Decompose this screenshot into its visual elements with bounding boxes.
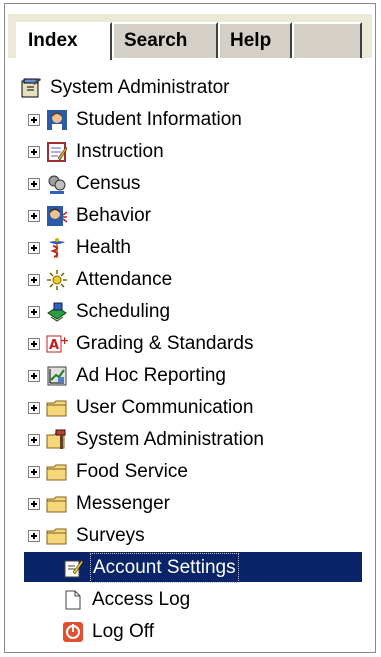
- expand-icon[interactable]: [28, 530, 40, 542]
- tree-item-label: Attendance: [76, 269, 173, 290]
- expand-icon[interactable]: [28, 466, 40, 478]
- grade-a-plus-icon: A +: [46, 333, 68, 355]
- tree-leaf-log-off[interactable]: Log Off: [62, 616, 156, 648]
- svg-text:+: +: [60, 334, 68, 347]
- tree-item-label: Health: [76, 237, 131, 258]
- tree-item-system-administration[interactable]: System Administration: [28, 424, 266, 456]
- power-icon: [62, 621, 84, 643]
- expand-icon[interactable]: [28, 338, 40, 350]
- tree-leaf-account-settings[interactable]: Account Settings: [62, 552, 239, 584]
- expand-icon[interactable]: [28, 306, 40, 318]
- tree-item-health[interactable]: Health: [28, 232, 133, 264]
- tree-item-messenger[interactable]: Messenger: [28, 488, 172, 520]
- expand-icon[interactable]: [28, 114, 40, 126]
- scheduling-icon: [46, 301, 68, 323]
- tree-root[interactable]: System Administrator: [20, 72, 232, 104]
- tree-item-label: Food Service: [76, 461, 188, 482]
- expand-icon[interactable]: [28, 402, 40, 414]
- folder-icon: [46, 461, 68, 483]
- tree-item-student-information[interactable]: Student Information: [28, 104, 244, 136]
- tree-item-label: Student Information: [76, 109, 242, 130]
- tree-item-attendance[interactable]: Attendance: [28, 264, 174, 296]
- tree-item-label: System Administration: [76, 429, 264, 450]
- tree-item-instruction[interactable]: Instruction: [28, 136, 166, 168]
- folder-icon: [46, 493, 68, 515]
- expand-icon[interactable]: [28, 274, 40, 286]
- tree-item-food-service[interactable]: Food Service: [28, 456, 190, 488]
- tab-help[interactable]: Help: [218, 22, 292, 58]
- expand-icon[interactable]: [28, 178, 40, 190]
- tree-root-label: System Administrator: [50, 77, 230, 98]
- svg-text:A: A: [49, 338, 59, 353]
- edit-document-icon: [62, 557, 84, 579]
- expand-icon[interactable]: [28, 498, 40, 510]
- expand-icon[interactable]: [28, 146, 40, 158]
- tree-item-label: Behavior: [76, 205, 151, 226]
- tree-leaf-label: Access Log: [92, 589, 191, 610]
- document-icon: [62, 589, 84, 611]
- tree-item-census[interactable]: Census: [28, 168, 142, 200]
- tree-leaf-label: Log Off: [92, 621, 154, 642]
- tab-search[interactable]: Search: [112, 22, 218, 58]
- tab-bar: Index Search Help: [8, 14, 372, 60]
- tree-item-label: Census: [76, 173, 141, 194]
- folder-icon: [46, 525, 68, 547]
- tree-leaf-access-log[interactable]: Access Log: [62, 584, 192, 616]
- tree-item-behavior[interactable]: Behavior: [28, 200, 153, 232]
- tree-item-ad-hoc-reporting[interactable]: Ad Hoc Reporting: [28, 360, 228, 392]
- tree-item-user-communication[interactable]: User Communication: [28, 392, 255, 424]
- notebook-icon: [20, 77, 42, 99]
- tree-item-label: Surveys: [76, 525, 145, 546]
- sun-icon: [46, 269, 68, 291]
- tree-item-label: Scheduling: [76, 301, 171, 322]
- tree-leaf-label: Account Settings: [90, 553, 239, 583]
- expand-icon[interactable]: [28, 242, 40, 254]
- tree-item-grading-standards[interactable]: A + Grading & Standards: [28, 328, 255, 360]
- tree-item-surveys[interactable]: Surveys: [28, 520, 147, 552]
- tree-item-label: Ad Hoc Reporting: [76, 365, 226, 386]
- student-icon: [46, 109, 68, 131]
- folder-icon: [46, 397, 68, 419]
- caduceus-icon: [46, 237, 68, 259]
- expand-icon[interactable]: [28, 434, 40, 446]
- tree-item-label: Instruction: [76, 141, 164, 162]
- tab-empty: [292, 22, 362, 58]
- tree-item-label: User Communication: [76, 397, 254, 418]
- tree-item-label: Messenger: [76, 493, 170, 514]
- behavior-icon: [46, 205, 68, 227]
- tree-item-label: Grading & Standards: [76, 333, 254, 354]
- tab-index[interactable]: Index: [16, 22, 112, 60]
- tools-icon: [46, 429, 68, 451]
- tree-item-scheduling[interactable]: Scheduling: [28, 296, 172, 328]
- notepad-icon: [46, 141, 68, 163]
- census-icon: [46, 173, 68, 195]
- expand-icon[interactable]: [28, 370, 40, 382]
- report-chart-icon: [46, 365, 68, 387]
- expand-icon[interactable]: [28, 210, 40, 222]
